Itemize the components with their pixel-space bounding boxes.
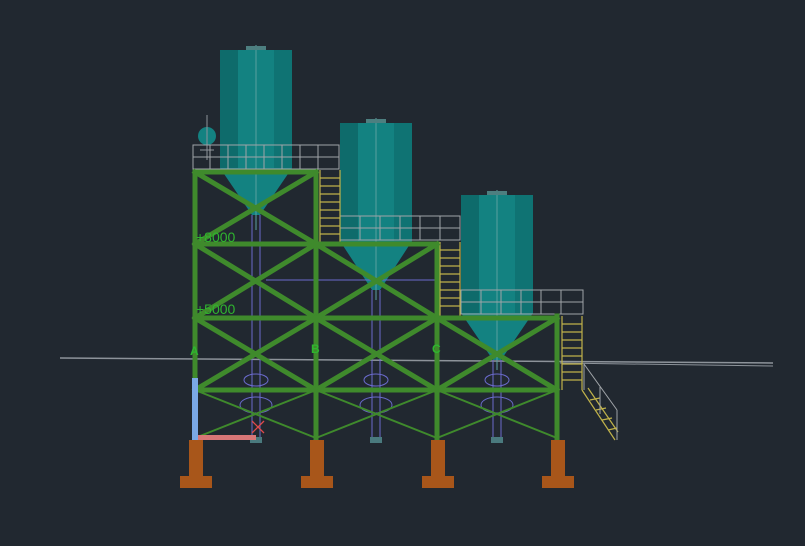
axis-label-a: A xyxy=(190,344,199,358)
cad-drawing-viewport[interactable]: +8000 +5000 A B C xyxy=(0,0,805,546)
red-beam xyxy=(198,435,256,440)
stair-2 xyxy=(439,242,461,316)
silo-2 xyxy=(340,118,412,300)
blue-column xyxy=(192,378,198,440)
axis-label-b: B xyxy=(311,342,320,356)
elevation-label-5000: +5000 xyxy=(196,301,236,317)
elevation-label-8000: +8000 xyxy=(196,229,236,245)
small-vessel xyxy=(198,115,216,160)
footings xyxy=(180,440,574,488)
red-marker xyxy=(251,420,265,434)
discharge-valves xyxy=(250,437,503,443)
silo-3 xyxy=(461,190,533,370)
axis-label-c: C xyxy=(432,342,441,356)
ground-line xyxy=(59,357,774,367)
silo-1 xyxy=(220,45,292,230)
stair-1 xyxy=(319,170,341,242)
stair-3 xyxy=(561,316,583,390)
